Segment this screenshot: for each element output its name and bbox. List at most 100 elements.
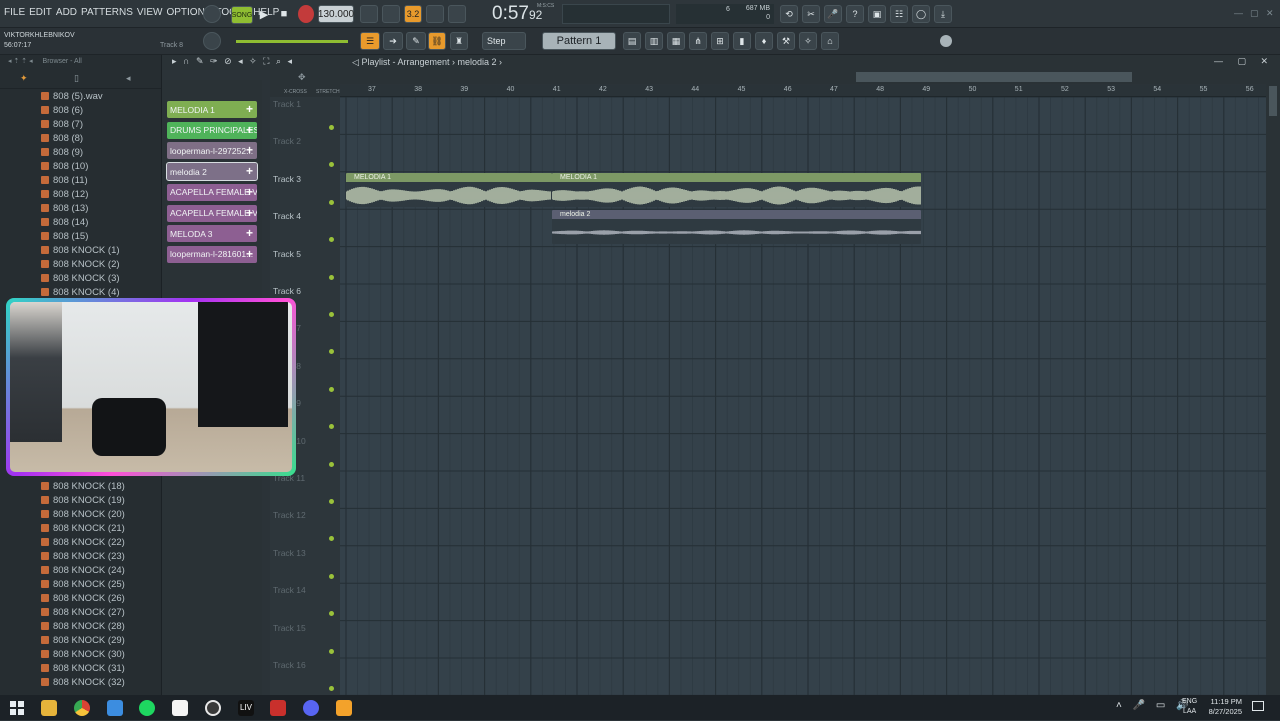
chat-icon[interactable]: ◯ — [912, 5, 930, 23]
track-label[interactable]: Track 12 — [273, 510, 306, 520]
track-mute-toggle[interactable] — [329, 461, 334, 467]
live-icon[interactable]: LIV — [238, 700, 254, 716]
browser-item[interactable]: 808 (10) — [0, 159, 161, 173]
browser-item[interactable]: 808 KNOCK (23) — [0, 549, 125, 563]
tag-icon[interactable]: ✧ — [799, 32, 817, 50]
tempo-display[interactable]: 130.000 — [318, 5, 354, 23]
channel-rack-icon[interactable]: ▦ — [667, 32, 685, 50]
audio-clip[interactable]: melodia 2 — [552, 210, 921, 244]
browser-item[interactable]: 808 KNOCK (25) — [0, 577, 125, 591]
link-tool-button[interactable]: ⛓ — [428, 32, 446, 50]
countdown-button[interactable]: 3.2 — [404, 5, 422, 23]
browser-item[interactable]: 808 KNOCK (1) — [0, 243, 161, 257]
track-mute-toggle[interactable] — [329, 424, 334, 430]
track-label[interactable]: Track 3 — [273, 174, 301, 184]
track-mute-toggle[interactable] — [329, 499, 334, 504]
browser-item[interactable]: 808 (14) — [0, 215, 161, 229]
picker-channel[interactable]: MELODA 3 + — [167, 225, 257, 243]
download-icon[interactable]: ⤓ — [934, 5, 952, 23]
browser-item[interactable]: 808 KNOCK (26) — [0, 591, 125, 605]
browser-item[interactable]: 808 KNOCK (24) — [0, 563, 125, 577]
track-mute-toggle[interactable] — [329, 199, 334, 205]
add-icon[interactable]: + — [246, 206, 253, 220]
picker-channel[interactable]: ACAPELLA FEMALE VO...+ — [167, 183, 257, 201]
browser-tab-all[interactable]: ✦ — [20, 73, 28, 84]
track-label[interactable]: Track 2 — [273, 136, 301, 146]
browser-tab-files[interactable]: ▯ — [74, 73, 79, 84]
browser-item[interactable]: 808 KNOCK (22) — [0, 535, 125, 549]
track-label[interactable]: Track 13 — [273, 548, 306, 558]
track-mute-toggle[interactable] — [329, 573, 334, 579]
master-volume-knob[interactable] — [203, 5, 221, 23]
browser-view-icon[interactable]: ⊞ — [711, 32, 729, 50]
tray-clock[interactable]: 11:19 PM 8/27/2025 — [1204, 697, 1242, 717]
track-label[interactable]: Track 5 — [273, 249, 301, 259]
piano-roll-icon[interactable]: ▥ — [645, 32, 663, 50]
picker-channel[interactable]: looperman-l-281601... + — [167, 245, 257, 263]
browser-item[interactable]: 808 (7) — [0, 117, 161, 131]
master-pitch-slider[interactable] — [236, 40, 348, 43]
browser-item[interactable]: 808 (5).wav — [0, 89, 161, 103]
plugin-icon[interactable]: ▤ — [623, 32, 641, 50]
discord-icon[interactable] — [303, 700, 319, 716]
picker-channel[interactable]: melodia 2 + — [166, 162, 258, 182]
browser-tab-plugins[interactable]: ◂ — [126, 73, 131, 84]
mic-icon[interactable]: 🎤 — [824, 5, 842, 23]
add-icon[interactable]: + — [246, 247, 253, 261]
add-icon[interactable]: + — [246, 164, 253, 178]
browser-item[interactable]: 808 KNOCK (19) — [0, 493, 125, 507]
fl-studio-icon[interactable] — [336, 700, 352, 716]
step-edit-button[interactable] — [426, 5, 444, 23]
browser-item[interactable]: 808 KNOCK (29) — [0, 633, 125, 647]
chrome-icon[interactable] — [74, 700, 90, 716]
browser-item[interactable]: 808 KNOCK (20) — [0, 507, 125, 521]
playlist-tool-icons[interactable]: ▸ ∩ ✎ ✑ ⊘ ◂ ✧ ⛶ ⌕ ◂ — [172, 56, 294, 67]
window-close-icon[interactable]: ✕ — [1266, 8, 1276, 18]
play-button[interactable]: ▶ — [256, 5, 272, 23]
window-minimize-icon[interactable]: — — [1234, 8, 1244, 18]
browser-nav-arrows-icon[interactable]: ◂ ⇡ ⇡ ◂ — [8, 58, 33, 65]
voicemeeter-icon[interactable] — [270, 700, 286, 716]
audio-clip[interactable]: MELODIA 1 — [346, 173, 552, 207]
browser-item[interactable]: 808 (9) — [0, 145, 161, 159]
save-icon[interactable]: ▣ — [868, 5, 886, 23]
add-icon[interactable]: + — [246, 226, 253, 240]
track-label[interactable]: Track 6 — [273, 286, 301, 296]
menu-add[interactable]: ADD — [56, 7, 77, 18]
add-icon[interactable]: + — [246, 185, 253, 199]
playlist-window-controls[interactable]: — ▢ ✕ — [1214, 56, 1274, 67]
obs-icon[interactable] — [205, 700, 221, 716]
browser-item[interactable]: 808 (6) — [0, 103, 161, 117]
track-label[interactable]: Track 16 — [273, 660, 306, 670]
browser-item[interactable]: 808 KNOCK (28) — [0, 619, 125, 633]
track-label[interactable]: Track 15 — [273, 623, 306, 633]
notification-icon[interactable] — [1252, 701, 1264, 711]
snap-select[interactable]: Step — [482, 32, 526, 50]
track-mute-toggle[interactable] — [329, 237, 334, 243]
track-mute-toggle[interactable] — [329, 386, 334, 392]
track-mute-toggle[interactable] — [329, 349, 334, 355]
cut-icon[interactable]: ✂ — [802, 5, 820, 23]
playlist-speaker-icon[interactable]: ◁ — [352, 57, 359, 67]
browser-item[interactable]: 808 KNOCK (27) — [0, 605, 125, 619]
menu-edit[interactable]: EDIT — [29, 7, 52, 18]
metronome-button[interactable] — [360, 5, 378, 23]
mixer-icon[interactable]: ☷ — [890, 5, 908, 23]
pattern-select[interactable]: Pattern 1 — [542, 32, 616, 50]
draw-tool-button[interactable]: ✎ — [406, 32, 426, 50]
track-mute-toggle[interactable] — [329, 686, 334, 691]
spotify-icon[interactable] — [139, 700, 155, 716]
track-mute-toggle[interactable] — [329, 125, 334, 130]
clip-header[interactable]: melodia 2 — [552, 210, 921, 219]
browser-item[interactable]: 808 (13) — [0, 201, 161, 215]
picker-channel[interactable]: ACAPELLA FEMALE VO...+ — [167, 204, 257, 222]
stop-button[interactable]: ■ — [276, 5, 292, 23]
track-mute-toggle[interactable] — [329, 312, 334, 317]
browser-item[interactable]: 808 KNOCK (32) — [0, 675, 125, 689]
overview-scroll-thumb[interactable] — [856, 72, 1132, 82]
store-icon[interactable] — [107, 700, 123, 716]
track-mute-toggle[interactable] — [329, 536, 334, 542]
capcut-icon[interactable] — [172, 700, 188, 716]
browser-item[interactable]: 808 (8) — [0, 131, 161, 145]
browser-item[interactable]: 808 (12) — [0, 187, 161, 201]
